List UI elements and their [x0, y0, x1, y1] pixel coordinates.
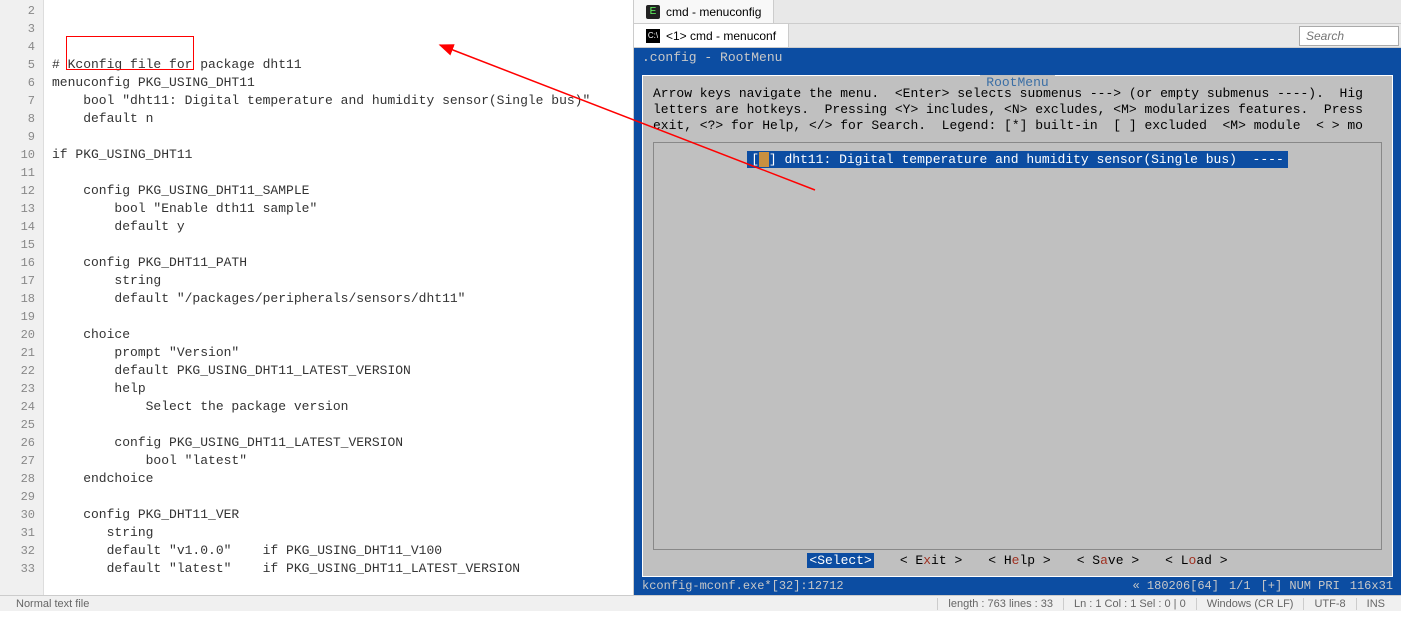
- code-line[interactable]: default "latest" if PKG_USING_DHT11_LATE…: [52, 560, 633, 578]
- line-pos: 1/1: [1229, 579, 1251, 593]
- terminal-status-bar: kconfig-mconf.exe*[32]:12712 « 180206[64…: [634, 577, 1401, 595]
- tab-cmd-menuconf[interactable]: C:\ <1> cmd - menuconf: [634, 24, 789, 47]
- code-area[interactable]: # Kconfig file for package dht11menuconf…: [44, 0, 633, 595]
- root-menu-box: RootMenu Arrow keys navigate the menu. <…: [642, 75, 1393, 577]
- terminal-pane: E cmd - menuconfig C:\ <1> cmd - menucon…: [634, 0, 1401, 595]
- code-line[interactable]: config PKG_DHT11_VER: [52, 506, 633, 524]
- code-editor-pane: 2345678910111213141516171819202122232425…: [0, 0, 634, 595]
- console-icon: E: [646, 5, 660, 19]
- code-line[interactable]: bool "dht11: Digital temperature and hum…: [52, 92, 633, 110]
- save-button[interactable]: < Save >: [1077, 553, 1139, 568]
- help-text: Arrow keys navigate the menu. <Enter> se…: [653, 82, 1382, 142]
- help-button[interactable]: < Help >: [988, 553, 1050, 568]
- code-line[interactable]: [52, 614, 633, 632]
- menu-item-dht11[interactable]: [ ] dht11: Digital temperature and humid…: [747, 151, 1288, 168]
- select-button[interactable]: <Select>: [807, 553, 873, 568]
- button-row: <Select> < Exit > < Help > < Save > < Lo…: [643, 553, 1392, 568]
- root-menu-title: RootMenu: [643, 75, 1392, 90]
- code-line[interactable]: default "v1.0.0" if PKG_USING_DHT11_V100: [52, 542, 633, 560]
- config-path: .config - RootMenu: [634, 48, 1401, 67]
- code-line[interactable]: choice: [52, 326, 633, 344]
- code-line[interactable]: [52, 578, 633, 596]
- menu-items-box: [ ] dht11: Digital temperature and humid…: [653, 142, 1382, 550]
- search-input[interactable]: [1299, 26, 1399, 46]
- load-button[interactable]: < Load >: [1165, 553, 1227, 568]
- insert-mode: INS: [1356, 598, 1395, 610]
- code-line[interactable]: bool "Enable dth11 sample": [52, 200, 633, 218]
- eol-type: Windows (CR LF): [1196, 598, 1304, 610]
- editor-status-bar: Normal text file length : 763 lines : 33…: [0, 595, 1401, 611]
- code-line[interactable]: default n: [52, 110, 633, 128]
- exit-button[interactable]: < Exit >: [900, 553, 962, 568]
- code-line[interactable]: default y: [52, 218, 633, 236]
- encoding: UTF-8: [1303, 598, 1355, 610]
- code-line[interactable]: [52, 488, 633, 506]
- code-line[interactable]: config PKG_DHT11_PATH: [52, 254, 633, 272]
- term-size: 116x31: [1350, 579, 1393, 593]
- code-line[interactable]: Select the package version: [52, 398, 633, 416]
- code-line[interactable]: [52, 308, 633, 326]
- code-line[interactable]: [52, 164, 633, 182]
- build-info: « 180206[64]: [1133, 579, 1219, 593]
- code-line[interactable]: default "/packages/peripherals/sensors/d…: [52, 290, 633, 308]
- length-lines: length : 763 lines : 33: [937, 598, 1063, 610]
- code-line[interactable]: help: [52, 380, 633, 398]
- code-line[interactable]: [52, 128, 633, 146]
- code-line[interactable]: [52, 416, 633, 434]
- filetype: Normal text file: [6, 598, 99, 610]
- code-line[interactable]: default PKG_USING_DHT11_LATEST_VERSION: [52, 362, 633, 380]
- code-line[interactable]: string: [52, 524, 633, 542]
- process-info: kconfig-mconf.exe*[32]:12712: [642, 579, 844, 593]
- cursor-pos: Ln : 1 Col : 1 Sel : 0 | 0: [1063, 598, 1196, 610]
- code-line[interactable]: endchoice: [52, 470, 633, 488]
- code-line[interactable]: menuconfig PKG_USING_DHT11: [52, 74, 633, 92]
- cmd-icon: C:\: [646, 29, 660, 43]
- code-line[interactable]: [52, 236, 633, 254]
- tab-cmd-menuconfig[interactable]: E cmd - menuconfig: [634, 0, 774, 23]
- line-number-gutter: 2345678910111213141516171819202122232425…: [0, 0, 44, 595]
- flags: [+] NUM PRI: [1261, 579, 1340, 593]
- code-line[interactable]: if PKG_USING_DHT11: [52, 146, 633, 164]
- tab-label: cmd - menuconfig: [666, 5, 761, 19]
- code-line[interactable]: config PKG_USING_DHT11_LATEST_VERSION: [52, 434, 633, 452]
- code-line[interactable]: string: [52, 272, 633, 290]
- code-line[interactable]: prompt "Version": [52, 344, 633, 362]
- tab-bar: E cmd - menuconfig C:\ <1> cmd - menucon…: [634, 0, 1401, 48]
- code-line[interactable]: bool "latest": [52, 452, 633, 470]
- code-line[interactable]: config PKG_USING_DHT11_SAMPLE: [52, 182, 633, 200]
- tab-label: <1> cmd - menuconf: [666, 29, 776, 43]
- code-line[interactable]: # Kconfig file for package dht11: [52, 56, 633, 74]
- menuconfig-frame: RootMenu Arrow keys navigate the menu. <…: [634, 67, 1401, 577]
